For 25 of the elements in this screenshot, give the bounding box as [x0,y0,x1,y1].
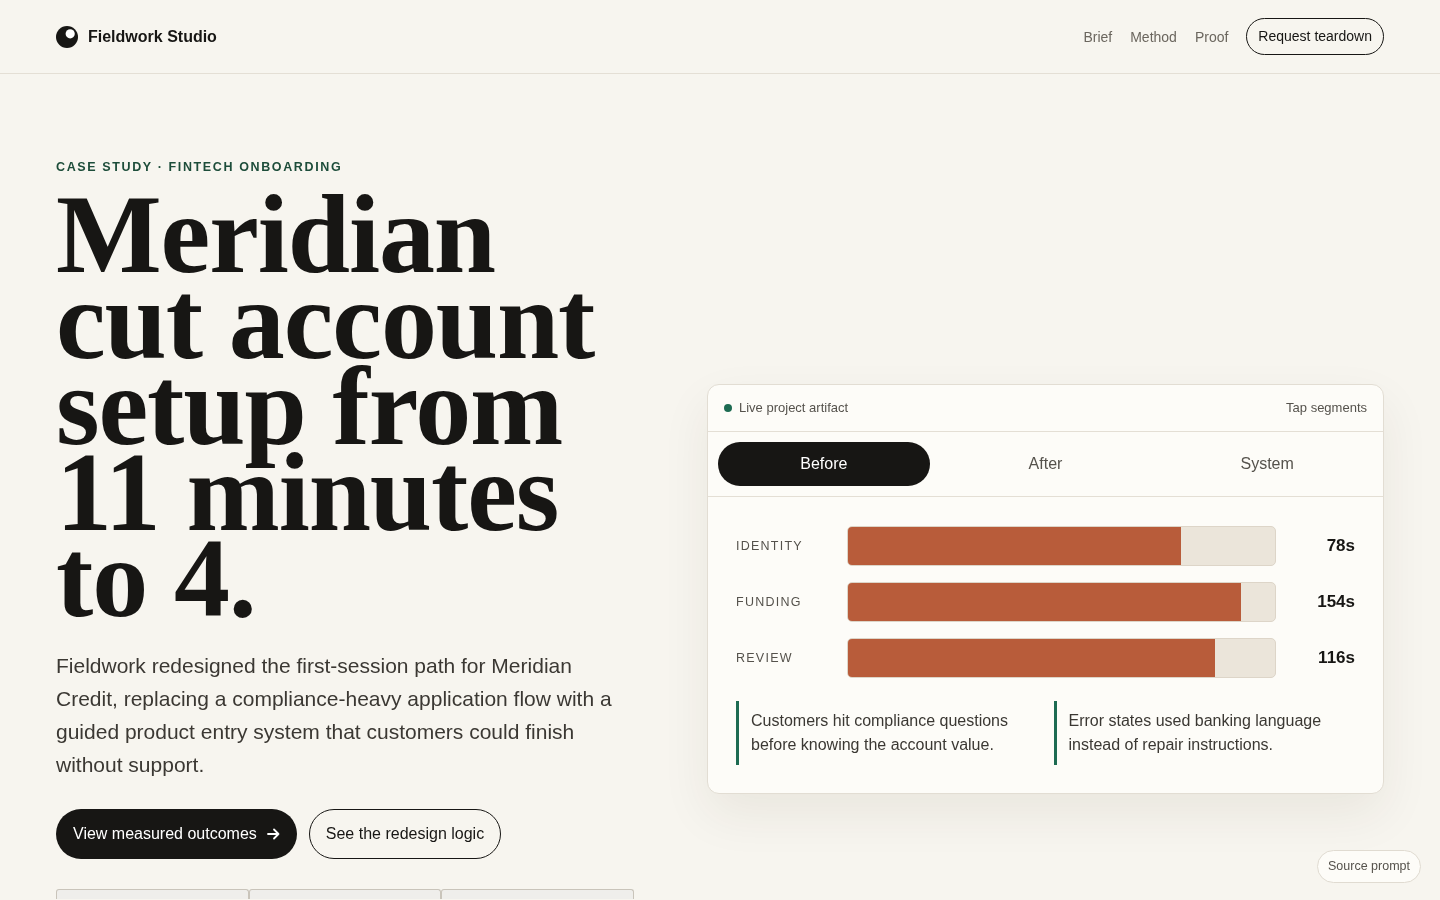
hero-heading: Meridian cut account setup from 11 minutes to 4. [56,191,596,621]
finding-note: Error states used banking language instead of repair instructions. [1053,701,1355,765]
nav-link[interactable]: Proof [1194,27,1229,46]
segment-tab[interactable]: System [1161,442,1373,486]
segment-tab[interactable]: Before [718,442,930,486]
segment-tab[interactable]: After [939,442,1152,486]
eyebrow-label: CASE STUDY · FINTECH ONBOARDING [56,159,344,175]
nav-link[interactable]: Brief [1083,27,1113,46]
segment-label: FUNDING [736,594,803,610]
logo-icon [56,25,78,48]
hero-description: Fieldwork redesigned the first-session path for Meridian Credit, replacing a compliance-heavy application flow with a guided product entry system that customers could finish without support. [56,653,613,778]
status-dot-icon [724,404,732,412]
segment-label: IDENTITY [736,538,804,554]
outcomes-button[interactable]: View measured outcomes [56,809,297,859]
artifact-status: Live project artifact [739,400,849,416]
arrow-right-icon [266,828,280,840]
source-prompt-button[interactable]: Source prompt [1317,850,1421,883]
segment-time: 78s [1325,536,1355,556]
segment-time: 116s [1317,648,1355,668]
brand-name: Fieldwork Studio [88,26,217,47]
nav-link[interactable]: Method [1130,27,1177,46]
segment-label: REVIEW [736,650,794,666]
segment-time: 154s [1316,592,1355,612]
finding-note: Customers hit compliance questions before knowing the account value. [736,701,1038,765]
artifact-hint: Tap segments [1286,400,1367,416]
